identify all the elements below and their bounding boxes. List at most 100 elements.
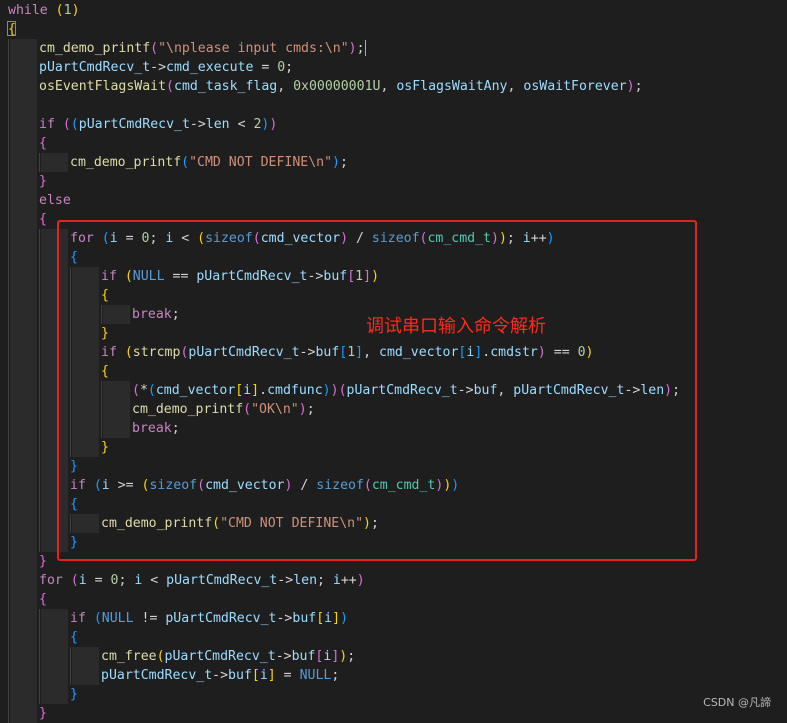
indent-shade bbox=[72, 647, 99, 666]
code-line[interactable]: } bbox=[0, 704, 787, 723]
indent-shade bbox=[10, 590, 37, 609]
indent-guide bbox=[8, 495, 9, 514]
code-editor[interactable]: while (1) { cm_demo_printf("\nplease input… bbox=[0, 0, 787, 723]
indent-guide bbox=[39, 533, 40, 552]
code-token: ) bbox=[626, 79, 635, 94]
code-token: [ bbox=[316, 611, 325, 626]
code-token: 0 bbox=[277, 60, 286, 75]
indent-guide bbox=[39, 324, 40, 343]
indent-guide bbox=[8, 191, 9, 210]
code-line[interactable]: cm_demo_printf("\nplease input cmds:\n")… bbox=[0, 39, 787, 58]
code-token: cm_free bbox=[101, 649, 157, 664]
indent-guide bbox=[39, 476, 40, 495]
code-text: } bbox=[39, 704, 47, 723]
indent-guide bbox=[8, 77, 9, 96]
code-token: { bbox=[70, 630, 78, 645]
code-text: { bbox=[39, 590, 47, 609]
indent-guide bbox=[39, 153, 40, 172]
code-line[interactable]: { bbox=[0, 134, 787, 153]
code-token: { bbox=[39, 592, 47, 607]
code-line[interactable]: pUartCmdRecv_t->buf[i] = NULL; bbox=[0, 666, 787, 685]
code-token: cmd_task_flag bbox=[174, 79, 278, 94]
code-token: != bbox=[133, 611, 166, 626]
indent-shade bbox=[10, 514, 37, 533]
code-token: } bbox=[39, 706, 47, 721]
code-token: { bbox=[8, 22, 16, 37]
code-line[interactable]: else bbox=[0, 191, 787, 210]
code-text: while (1) bbox=[8, 1, 80, 20]
code-line[interactable]: { bbox=[0, 628, 787, 647]
code-token: { bbox=[39, 212, 47, 227]
code-line[interactable]: if (NULL != pUartCmdRecv_t->buf[i]) bbox=[0, 609, 787, 628]
code-token: pUartCmdRecv_t bbox=[39, 60, 151, 75]
code-token: ) bbox=[356, 573, 365, 588]
code-token: ( bbox=[70, 573, 79, 588]
indent-shade bbox=[10, 134, 37, 153]
indent-guide bbox=[8, 609, 9, 628]
code-line[interactable]: osEventFlagsWait(cmd_task_flag, 0x000000… bbox=[0, 77, 787, 96]
indent-guide bbox=[8, 343, 9, 362]
indent-guide bbox=[39, 286, 40, 305]
annotation-label: 调试串口输入命令解析 bbox=[366, 316, 546, 337]
code-line[interactable]: } bbox=[0, 172, 787, 191]
code-token: -> bbox=[275, 649, 292, 664]
indent-shade bbox=[10, 457, 37, 476]
indent-shade bbox=[41, 153, 68, 172]
code-token: len bbox=[205, 117, 230, 132]
code-token: "\nplease input cmds:\n" bbox=[158, 41, 349, 56]
code-token: osEventFlagsWait bbox=[39, 79, 167, 94]
code-token: NULL bbox=[101, 611, 134, 626]
indent-shade bbox=[10, 438, 37, 457]
code-token: if bbox=[39, 117, 55, 132]
code-line[interactable]: } bbox=[0, 685, 787, 704]
code-line[interactable]: { bbox=[0, 20, 787, 39]
code-token: buf bbox=[292, 611, 317, 626]
indent-shade bbox=[10, 153, 37, 172]
indent-shade bbox=[10, 172, 37, 191]
code-line[interactable]: if ((pUartCmdRecv_t->len < 2)) bbox=[0, 115, 787, 134]
indent-shade bbox=[10, 343, 37, 362]
code-token: NULL bbox=[299, 668, 332, 683]
code-token: ] bbox=[332, 611, 341, 626]
indent-guide bbox=[39, 647, 40, 666]
code-token: ) bbox=[340, 611, 349, 626]
indent-guide bbox=[8, 153, 9, 172]
code-line[interactable]: cm_demo_printf("CMD NOT DEFINE\n"); bbox=[0, 153, 787, 172]
indent-shade bbox=[10, 571, 37, 590]
code-line[interactable]: { bbox=[0, 590, 787, 609]
indent-guide bbox=[39, 628, 40, 647]
indent-guide bbox=[8, 571, 9, 590]
indent-shade bbox=[41, 628, 68, 647]
code-token: } bbox=[39, 174, 47, 189]
code-line[interactable]: cm_free(pUartCmdRecv_t->buf[i]); bbox=[0, 647, 787, 666]
code-text: cm_demo_printf("\nplease input cmds:\n")… bbox=[39, 39, 366, 58]
code-line[interactable]: for (i = 0; i < pUartCmdRecv_t->len; i++… bbox=[0, 571, 787, 590]
indent-guide bbox=[39, 343, 40, 362]
code-line[interactable] bbox=[0, 96, 787, 115]
code-token: ( bbox=[150, 41, 159, 56]
code-token: , bbox=[277, 79, 294, 94]
code-token: -> bbox=[277, 573, 294, 588]
code-text: } bbox=[39, 552, 47, 571]
code-token: pUartCmdRecv_t bbox=[164, 649, 276, 664]
code-token: buf bbox=[228, 668, 252, 683]
code-token: [ bbox=[251, 668, 260, 683]
indent-guide bbox=[8, 476, 9, 495]
indent-shade bbox=[10, 476, 37, 495]
indent-shade bbox=[10, 704, 37, 723]
indent-guide bbox=[8, 552, 9, 571]
code-text: { bbox=[39, 134, 47, 153]
code-text: cm_free(pUartCmdRecv_t->buf[i]); bbox=[101, 647, 355, 666]
indent-shade bbox=[10, 419, 37, 438]
code-text: for (i = 0; i < pUartCmdRecv_t->len; i++… bbox=[39, 571, 365, 590]
code-token: ) bbox=[332, 155, 340, 170]
indent-shade bbox=[41, 609, 68, 628]
code-line[interactable]: pUartCmdRecv_t->cmd_execute = 0; bbox=[0, 58, 787, 77]
indent-guide bbox=[39, 514, 40, 533]
code-token: else bbox=[39, 193, 71, 208]
code-token: = bbox=[86, 573, 111, 588]
code-line[interactable]: while (1) bbox=[0, 1, 787, 20]
code-token: len bbox=[293, 573, 318, 588]
